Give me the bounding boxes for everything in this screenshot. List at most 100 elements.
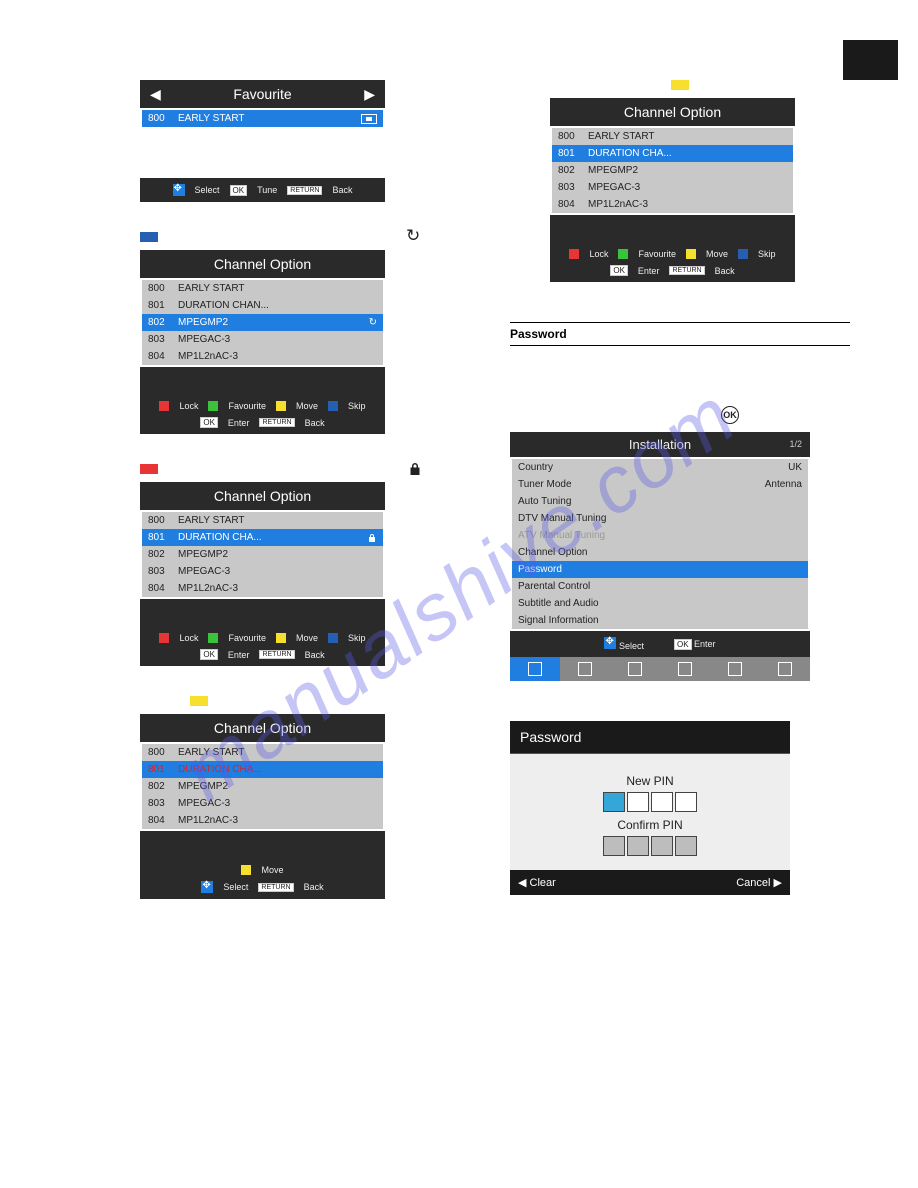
pin-box[interactable]	[603, 836, 625, 856]
install-row-dtv[interactable]: DTV Manual Tuning	[512, 510, 808, 527]
tab-installation[interactable]	[510, 657, 560, 681]
skip-icon: ↻	[369, 317, 377, 328]
installation-section: Installation 1/2 CountryUK Tuner ModeAnt…	[510, 432, 850, 681]
right-top-panel: Channel Option 800EARLY START 801DURATIO…	[550, 98, 795, 282]
arrow-right-icon[interactable]: ▶	[364, 86, 375, 103]
password-dialog: Password New PIN Confirm PIN	[510, 721, 790, 895]
confirm-pin-boxes	[520, 836, 780, 856]
install-row-tuner[interactable]: Tuner ModeAntenna	[512, 476, 808, 493]
row-label: Country	[518, 462, 553, 473]
list-item[interactable]: 803MPEGAC-3	[552, 179, 793, 196]
skip-panel: Channel Option 800EARLY START 801DURATIO…	[140, 250, 385, 434]
cube-icon	[778, 662, 792, 676]
list-item[interactable]: 804MP1L2nAC-3	[552, 196, 793, 213]
hint-back: Back	[332, 185, 352, 195]
tab-picture[interactable]	[610, 657, 660, 681]
legend-row: Lock Favourite Move Skip	[554, 249, 791, 259]
row-name: EARLY START	[178, 747, 377, 758]
list-item[interactable]: 803MPEGAC-3	[142, 795, 383, 812]
list-item[interactable]: 803MPEGAC-3	[142, 331, 383, 348]
red-chip-icon	[159, 633, 169, 643]
skip-intro	[140, 232, 420, 242]
pin-box[interactable]	[675, 792, 697, 812]
cancel-button[interactable]: Cancel ▶	[736, 876, 782, 889]
pin-box[interactable]	[675, 836, 697, 856]
tab-option[interactable]	[710, 657, 760, 681]
list-item[interactable]: 800EARLY START	[142, 512, 383, 529]
favourite-title-text: Favourite	[233, 86, 291, 102]
installation-hints: Select OK Enter	[510, 631, 810, 657]
row-num: 800	[148, 747, 172, 758]
favourite-row[interactable]: 800 EARLY START	[142, 110, 383, 127]
list-item[interactable]: 802MPEGMP2↻	[142, 314, 383, 331]
tab-time[interactable]	[660, 657, 710, 681]
list-item[interactable]: 800 EARLY START	[142, 744, 383, 761]
pin-box[interactable]	[627, 836, 649, 856]
row-label: ATV Manual Tuning	[518, 530, 605, 541]
blue-chip-icon	[328, 401, 338, 411]
row-name: EARLY START	[178, 515, 377, 526]
right-top-intro	[510, 80, 850, 90]
hint-back: Back	[305, 418, 325, 428]
monitor-icon	[578, 662, 592, 676]
yellow-chip-icon	[276, 401, 286, 411]
confirm-pin-label: Confirm PIN	[520, 818, 780, 832]
legend-skip: Skip	[348, 401, 366, 411]
list-item[interactable]: 802MPEGMP2	[142, 546, 383, 563]
install-row-country[interactable]: CountryUK	[512, 459, 808, 476]
skip-title: Channel Option	[140, 250, 385, 278]
left-column: ◀ Favourite ▶ 800 EARLY START Select	[140, 80, 420, 929]
pin-box[interactable]	[627, 792, 649, 812]
hint-enter: Enter	[638, 266, 660, 276]
row-label: DTV Manual Tuning	[518, 513, 606, 524]
list-item[interactable]: 800EARLY START	[142, 280, 383, 297]
pin-box[interactable]	[603, 792, 625, 812]
legend-lock: Lock	[179, 401, 198, 411]
install-row-password[interactable]: Password	[512, 561, 808, 578]
install-row-parental[interactable]: Parental Control	[512, 578, 808, 595]
upload-icon	[528, 662, 542, 676]
clear-button[interactable]: ◀ Clear	[518, 876, 556, 889]
list-item[interactable]: 801DURATION CHAN...	[142, 297, 383, 314]
arrow-left-icon[interactable]: ◀	[150, 86, 161, 103]
list-item[interactable]: 800EARLY START	[552, 128, 793, 145]
ok-circle-icon: OK	[721, 406, 739, 424]
list-item[interactable]: 801DURATION CHA...	[142, 529, 383, 546]
row-name: MPEGMP2	[178, 781, 377, 792]
pin-box[interactable]	[651, 792, 673, 812]
list-item[interactable]: 802MPEGMP2	[552, 162, 793, 179]
install-row-auto[interactable]: Auto Tuning	[512, 493, 808, 510]
move-panel: Channel Option 800EARLY START 801DURATIO…	[140, 714, 385, 899]
legend-move: Move	[261, 865, 283, 875]
install-row-subtitle[interactable]: Subtitle and Audio	[512, 595, 808, 612]
row-name: EARLY START	[178, 283, 377, 294]
row-num: 802	[148, 549, 172, 560]
hint-enter: Enter	[228, 418, 250, 428]
list-item[interactable]: 803MPEGAC-3	[142, 563, 383, 580]
list-item[interactable]: 801DURATION CHA...	[552, 145, 793, 162]
lock-section: Channel Option 800EARLY START 801DURATIO…	[140, 482, 420, 666]
tab-lock[interactable]	[760, 657, 810, 681]
hint-tune: Tune	[257, 185, 277, 195]
clear-label: Clear	[530, 877, 556, 889]
page-corner-block	[843, 40, 898, 80]
row-num: 804	[148, 583, 172, 594]
install-row-signal[interactable]: Signal Information	[512, 612, 808, 629]
list-item[interactable]: 804MP1L2nAC-3	[142, 580, 383, 597]
row-name: EARLY START	[588, 131, 787, 142]
blue-chip-icon	[738, 249, 748, 259]
pin-box[interactable]	[651, 836, 673, 856]
list-item[interactable]: 804MP1L2nAC-3	[142, 812, 383, 829]
list-item[interactable]: 804MP1L2nAC-3	[142, 348, 383, 365]
hint-back: Back	[304, 882, 324, 892]
nav-icon	[604, 637, 616, 649]
new-pin-label: New PIN	[520, 774, 780, 788]
list-item[interactable]: 802MPEGMP2	[142, 778, 383, 795]
tab-channel[interactable]	[560, 657, 610, 681]
green-chip-icon	[208, 633, 218, 643]
row-label: Signal Information	[518, 615, 599, 626]
ok-circle-wrap: OK	[610, 406, 850, 424]
list-item[interactable]: 801DURATION CHA...	[142, 761, 383, 778]
install-row-channel-option[interactable]: Channel Option	[512, 544, 808, 561]
favourite-section: ◀ Favourite ▶ 800 EARLY START Select	[140, 80, 420, 202]
